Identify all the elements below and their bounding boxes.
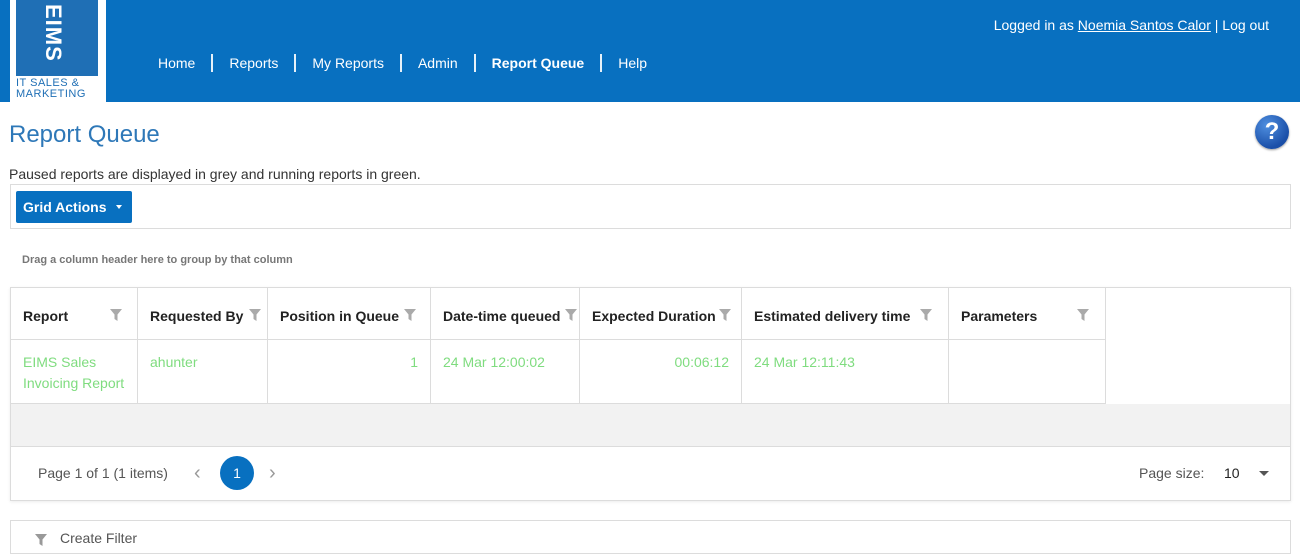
- app-header: EIMS IT SALES & MARKETING Home Reports M…: [0, 0, 1300, 102]
- create-filter-link[interactable]: Create Filter: [60, 530, 137, 546]
- filter-icon[interactable]: [110, 309, 122, 321]
- cell-estimated-delivery: 24 Mar 12:11:43: [742, 340, 949, 404]
- column-header-date-time-queued[interactable]: Date-time queued: [431, 288, 580, 340]
- chevron-down-icon[interactable]: [1259, 471, 1269, 476]
- eims-logo[interactable]: EIMS IT SALES & MARKETING: [10, 0, 106, 102]
- grid-header-row: Report Requested By Position in Queue Da…: [11, 288, 1106, 340]
- nav-help[interactable]: Help: [608, 55, 657, 71]
- page-title: Report Queue: [9, 121, 160, 148]
- logout-link[interactable]: Log out: [1222, 17, 1269, 33]
- nav-report-queue[interactable]: Report Queue: [482, 55, 595, 71]
- page-size-select[interactable]: 10: [1224, 465, 1240, 481]
- logo-brand-text: EIMS: [41, 4, 66, 62]
- report-queue-grid: Report Requested By Position in Queue Da…: [10, 287, 1291, 501]
- login-separator: |: [1214, 17, 1219, 33]
- cell-expected-duration: 00:06:12: [580, 340, 742, 404]
- filter-icon[interactable]: [565, 309, 577, 321]
- cell-parameters: [949, 340, 1106, 404]
- pager: Page 1 of 1 (1 items) ‹ 1 › Page size: 1…: [11, 447, 1290, 500]
- nav-home[interactable]: Home: [148, 55, 205, 71]
- user-link[interactable]: Noemia Santos Calor: [1078, 17, 1211, 33]
- grid-actions-label: Grid Actions: [23, 199, 107, 215]
- cell-report: EIMS Sales Invoicing Report: [11, 340, 138, 404]
- nav-divider: [473, 54, 476, 72]
- cell-date-time-queued: 24 Mar 12:00:02: [431, 340, 580, 404]
- page-size-label: Page size:: [1139, 465, 1205, 481]
- cell-position: 1: [268, 340, 431, 404]
- login-prefix: Logged in as: [993, 17, 1074, 33]
- nav-divider: [600, 54, 603, 72]
- page-description: Paused reports are displayed in grey and…: [9, 166, 421, 182]
- nav-my-reports[interactable]: My Reports: [302, 55, 394, 71]
- chevron-right-icon[interactable]: ›: [269, 463, 276, 483]
- grid-toolbar: Grid Actions: [10, 184, 1291, 229]
- help-icon[interactable]: ?: [1255, 115, 1289, 149]
- nav-divider: [294, 54, 297, 72]
- cell-requested-by: ahunter: [138, 340, 268, 404]
- grid-empty-area: [11, 404, 1290, 447]
- column-header-parameters[interactable]: Parameters: [949, 288, 1106, 340]
- logo-subtitle-line2: MARKETING: [16, 88, 86, 100]
- pager-summary: Page 1 of 1 (1 items): [38, 465, 168, 481]
- chevron-left-icon[interactable]: ‹: [194, 463, 201, 483]
- nav-divider: [399, 54, 402, 72]
- filter-icon[interactable]: [920, 309, 932, 321]
- column-header-expected-duration[interactable]: Expected Duration: [580, 288, 742, 340]
- caret-down-icon: [115, 205, 122, 209]
- login-status: Logged in as Noemia Santos Calor | Log o…: [994, 17, 1269, 33]
- filter-icon[interactable]: [1077, 309, 1089, 321]
- nav-admin[interactable]: Admin: [408, 55, 468, 71]
- group-by-drop-zone[interactable]: Drag a column header here to group by th…: [22, 254, 293, 266]
- column-header-position-in-queue[interactable]: Position in Queue: [268, 288, 431, 340]
- main-nav: Home Reports My Reports Admin Report Que…: [148, 53, 657, 73]
- filter-icon: [35, 534, 47, 546]
- filter-icon[interactable]: [404, 309, 416, 321]
- nav-divider: [211, 54, 214, 72]
- column-header-requested-by[interactable]: Requested By: [138, 288, 268, 340]
- filter-bar: Create Filter: [10, 520, 1291, 554]
- table-row[interactable]: EIMS Sales Invoicing Report ahunter 1 24…: [11, 340, 1106, 404]
- logo-mark: EIMS: [16, 0, 98, 76]
- column-header-estimated-delivery-time[interactable]: Estimated delivery time: [742, 288, 949, 340]
- page-button-1[interactable]: 1: [220, 456, 254, 490]
- filter-icon[interactable]: [249, 309, 261, 321]
- grid-actions-button[interactable]: Grid Actions: [16, 191, 132, 223]
- column-header-report[interactable]: Report: [11, 288, 138, 340]
- filter-icon[interactable]: [719, 309, 731, 321]
- nav-reports[interactable]: Reports: [219, 55, 288, 71]
